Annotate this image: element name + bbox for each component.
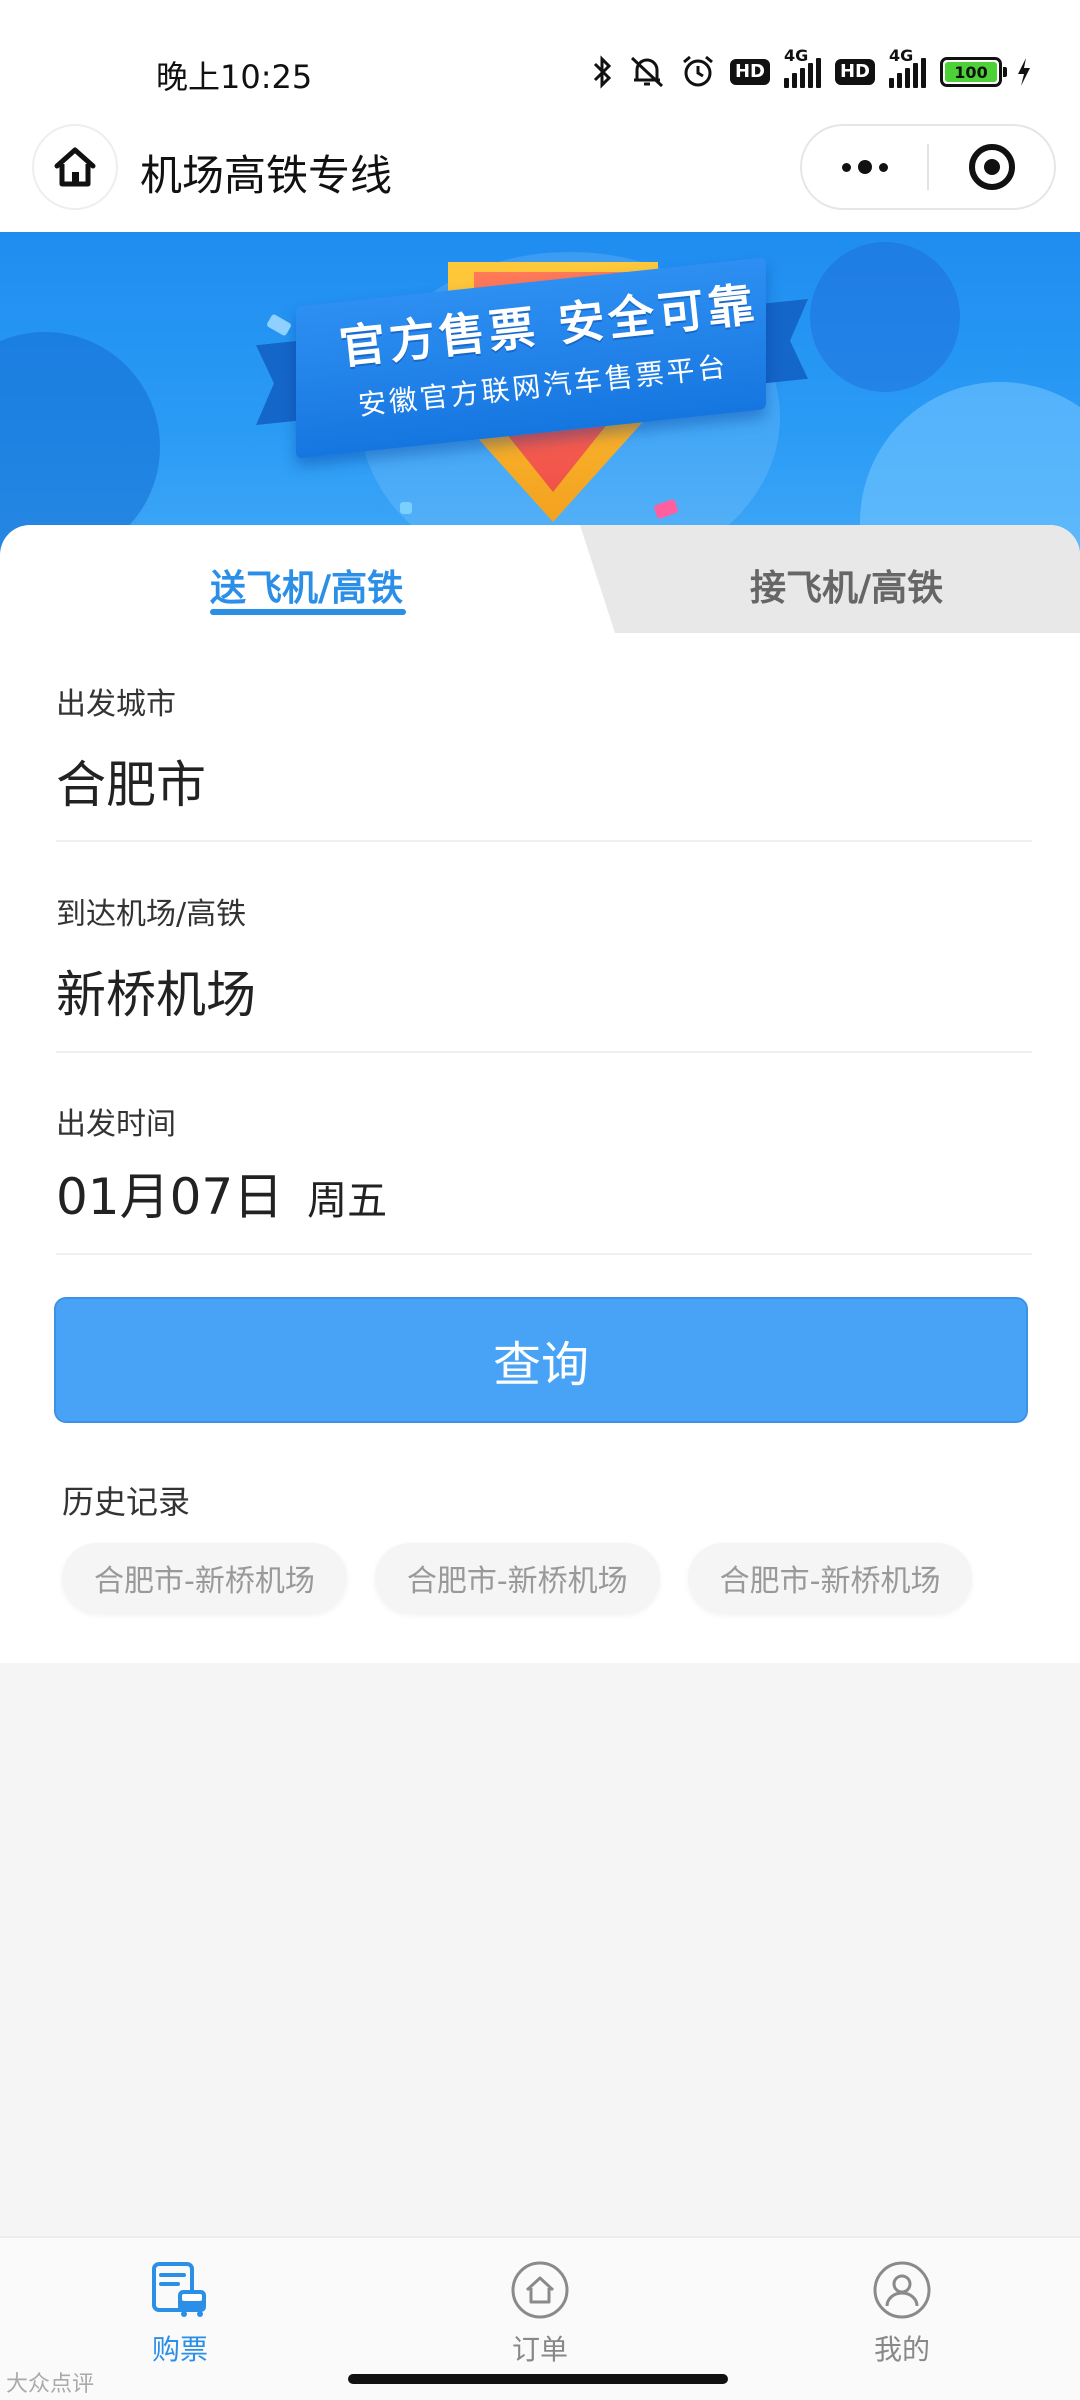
confetti [265, 313, 293, 337]
ticket-bus-icon [152, 2262, 206, 2317]
tab-pickup-airport[interactable]: 接飞机/高铁 [750, 559, 943, 611]
more-button[interactable] [802, 126, 927, 208]
hd-badge-2: HD [834, 59, 875, 85]
tab-bar-buy-ticket[interactable]: 购票 [100, 2260, 260, 2368]
divider [56, 840, 1032, 842]
hd-badge: HD [729, 59, 770, 85]
query-button[interactable]: 查询 [54, 1297, 1028, 1423]
weekday-value: 周五 [307, 1178, 388, 1224]
time-label: 出发时间 [56, 1107, 176, 1142]
mini-program-capsule [800, 124, 1056, 210]
history-chip[interactable]: 合肥市-新桥机场 [687, 1543, 973, 1613]
tab-bar-label: 订单 [511, 2333, 568, 2366]
date-value: 01月07日 [56, 1168, 284, 1226]
arrival-station-field[interactable]: 新桥机场 [56, 955, 256, 1027]
mute-bell-icon [628, 52, 666, 92]
home-indicator[interactable] [348, 2374, 728, 2384]
banner-decor [810, 242, 960, 392]
home-icon [54, 147, 96, 187]
more-dots-icon [841, 160, 888, 174]
history-title: 历史记录 [62, 1483, 191, 1521]
departure-city-field[interactable]: 合肥市 [56, 745, 206, 817]
alarm-icon [680, 52, 716, 92]
battery-level: 100 [945, 62, 997, 82]
watermark: 大众点评 [6, 2372, 95, 2397]
status-bar: 晚上10:25 HD 4G HD 4G 100 [0, 0, 1080, 120]
tab-bar-orders[interactable]: 订单 [460, 2260, 620, 2368]
departure-date-field[interactable]: 01月07日 周五 [56, 1157, 387, 1229]
charging-icon [1016, 52, 1032, 92]
active-tab-indicator [210, 609, 406, 615]
history-chip[interactable]: 合肥市-新桥机场 [62, 1543, 347, 1613]
status-time: 晚上10:25 [156, 58, 313, 96]
tab-send-airport[interactable]: 送飞机/高铁 [210, 559, 403, 611]
departure-label: 出发城市 [56, 687, 176, 722]
user-icon [873, 2261, 931, 2319]
bluetooth-icon [592, 52, 614, 92]
arrival-label: 到达机场/高铁 [56, 897, 247, 932]
status-icons: HD 4G HD 4G 100 [592, 46, 1032, 92]
page-title: 机场高铁专线 [140, 151, 393, 200]
battery-icon: 100 [940, 57, 1007, 87]
close-mini-program-button[interactable] [929, 126, 1054, 208]
banner[interactable]: 官方售票 安全可靠 安徽官方联网汽车售票平台 [0, 232, 1080, 562]
nav-bar: 机场高铁专线 [0, 120, 1080, 232]
tab-bar-label: 购票 [151, 2333, 208, 2366]
home-button[interactable] [32, 124, 118, 210]
home-outline-icon [511, 2261, 569, 2319]
signal-icon: 4G [783, 46, 821, 88]
target-icon [968, 144, 1015, 190]
divider [56, 1253, 1032, 1255]
history-list: 合肥市-新桥机场 合肥市-新桥机场 合肥市-新桥机场 [62, 1543, 973, 1613]
divider [56, 1051, 1032, 1053]
history-chip[interactable]: 合肥市-新桥机场 [374, 1543, 660, 1613]
confetti [400, 502, 412, 514]
tab-bar-label: 我的 [873, 2333, 930, 2366]
signal-icon-2: 4G [889, 46, 926, 88]
booking-card: 送飞机/高铁 接飞机/高铁 出发城市 合肥市 到达机场/高铁 新桥机场 出发时间… [0, 525, 1080, 1663]
tab-bar-profile[interactable]: 我的 [822, 2260, 982, 2368]
